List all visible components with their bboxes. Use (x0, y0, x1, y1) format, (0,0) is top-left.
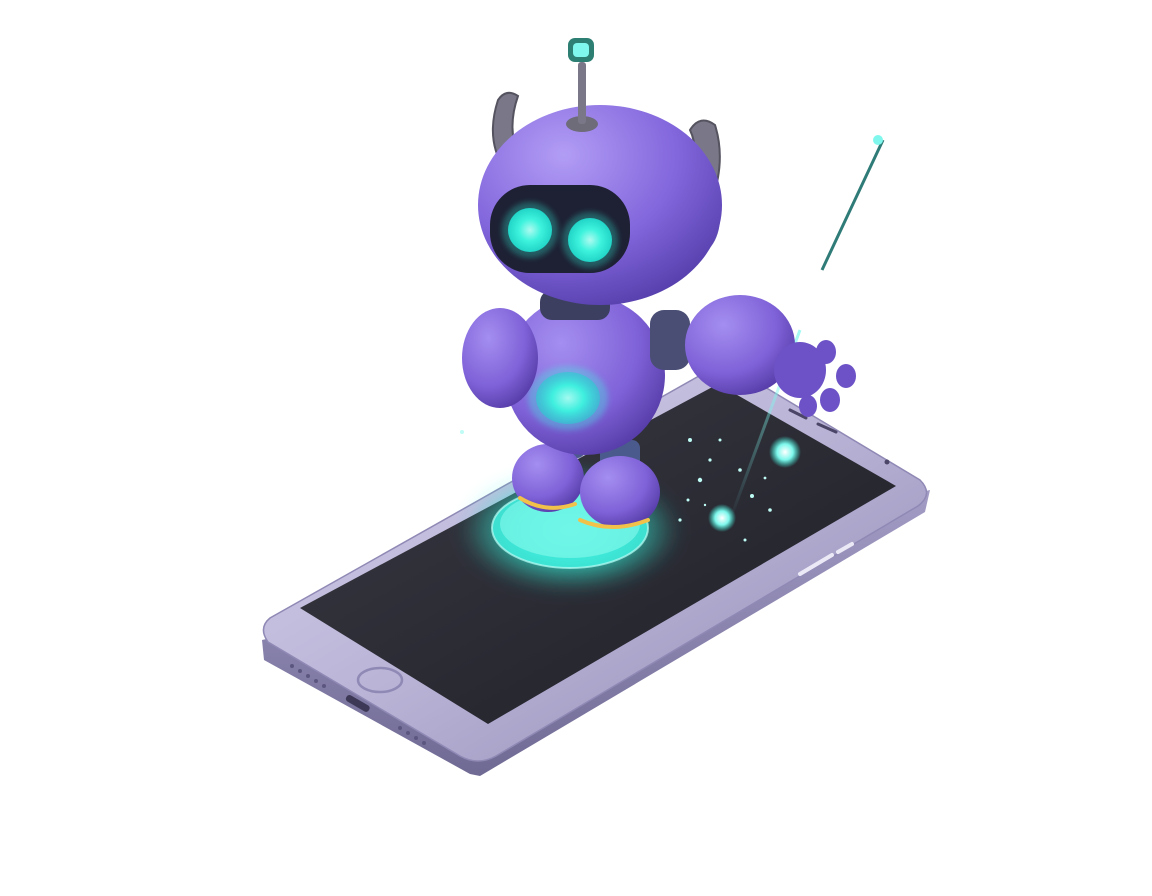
front-camera (884, 459, 890, 465)
beam-spark-icon (873, 135, 883, 145)
robot-left-arm (462, 308, 538, 408)
robot-head (478, 38, 722, 305)
illustration (262, 38, 930, 776)
